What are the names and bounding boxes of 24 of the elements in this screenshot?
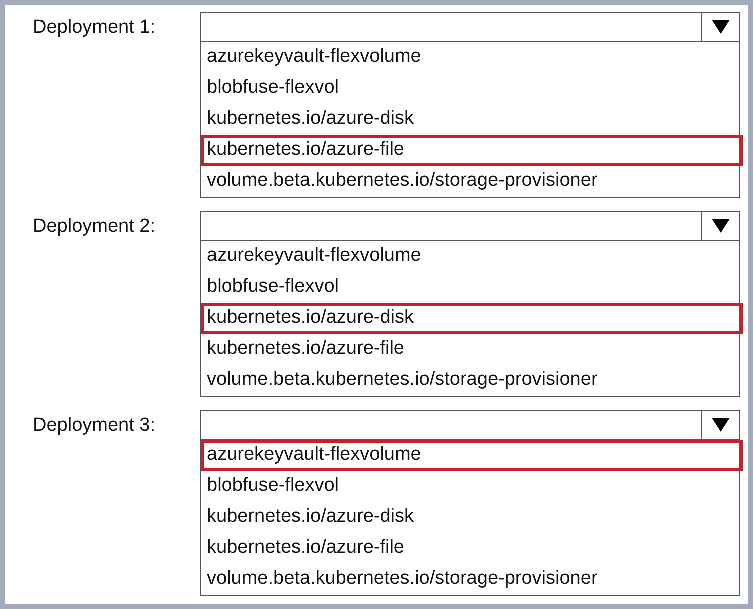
dropdown-option[interactable]: azurekeyvault-flexvolume [201,42,739,73]
dropdown-option[interactable]: volume.beta.kubernetes.io/storage-provisioner [201,365,739,396]
deployment-label: Deployment 3: [33,415,156,436]
dropdown-option[interactable]: kubernetes.io/azure-file [201,533,739,564]
dropdown-option[interactable]: volume.beta.kubernetes.io/storage-provisioner [201,166,739,197]
dropdown-option[interactable]: kubernetes.io/azure-file [201,135,743,166]
dropdown-option[interactable]: kubernetes.io/azure-disk [201,502,739,533]
dropdown-option[interactable]: azurekeyvault-flexvolume [201,241,739,272]
caret-icon [712,20,730,34]
dropdown-option[interactable]: azurekeyvault-flexvolume [201,440,743,471]
dropdown-field[interactable] [200,12,740,42]
dropdown-option[interactable]: blobfuse-flexvol [201,471,739,502]
dropdown-option[interactable]: kubernetes.io/azure-file [201,334,739,365]
dropdown-option[interactable]: kubernetes.io/azure-disk [201,303,743,334]
caret-icon [712,219,730,233]
dropdown-field[interactable] [200,410,740,440]
dropdown-option[interactable]: kubernetes.io/azure-disk [201,104,739,135]
deployment-label: Deployment 2: [33,216,156,237]
dropdown-option[interactable]: blobfuse-flexvol [201,73,739,104]
dropdown-option[interactable]: volume.beta.kubernetes.io/storage-provisioner [201,564,739,595]
deployment-label: Deployment 1: [33,17,156,38]
caret-icon [712,418,730,432]
dropdown-option[interactable]: blobfuse-flexvol [201,272,739,303]
dropdown-field[interactable] [200,211,740,241]
